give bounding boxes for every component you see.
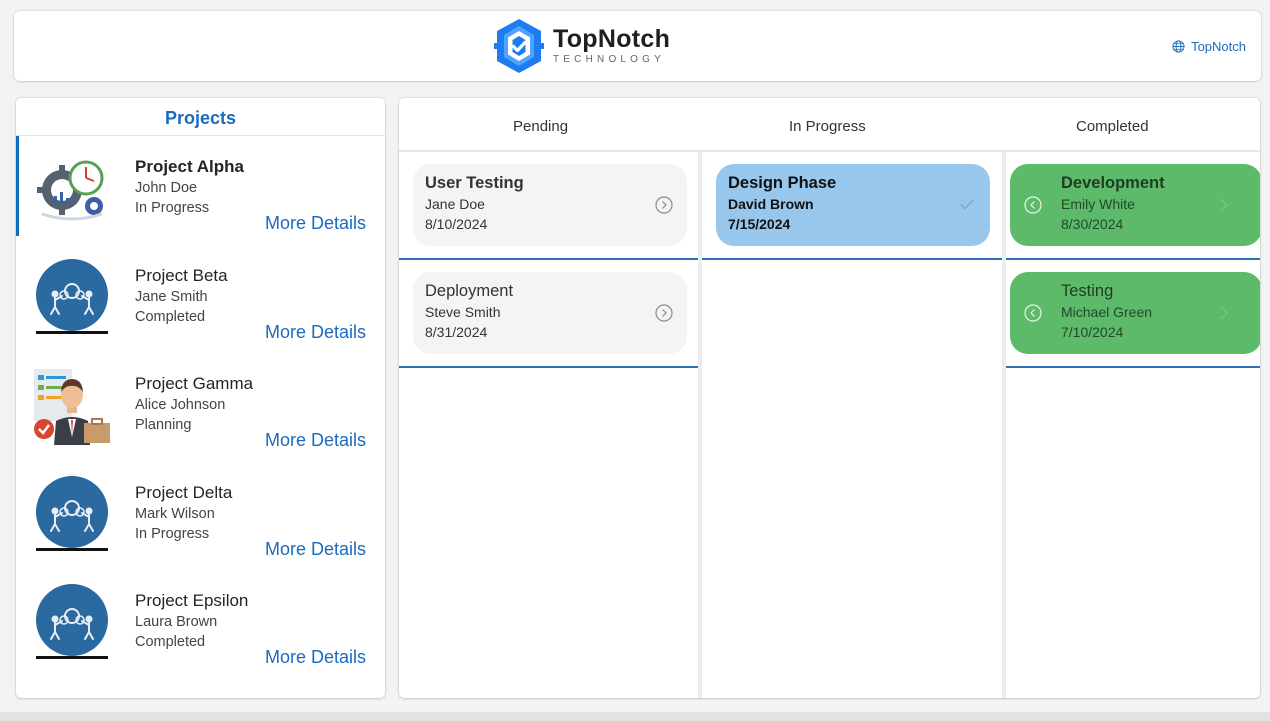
team-gears-icon xyxy=(36,475,108,551)
chevron-right-icon[interactable] xyxy=(1219,196,1229,214)
task-date: 8/31/2024 xyxy=(425,324,488,340)
project-owner: Laura Brown xyxy=(135,614,218,630)
column-in-progress: Design Phase David Brown 7/15/2024 xyxy=(702,152,1002,698)
more-details-link[interactable]: More Details xyxy=(265,213,366,234)
board-column-headers: Pending In Progress Completed xyxy=(399,98,1260,152)
card-slot: Development Emily White 8/30/2024 xyxy=(1006,152,1260,260)
project-item-epsilon[interactable]: Project Epsilon Laura Brown Completed Mo… xyxy=(16,570,385,679)
task-person: David Brown xyxy=(728,196,814,212)
logo-subtitle: TECHNOLOGY xyxy=(553,54,666,65)
team-gears-icon xyxy=(36,258,108,334)
gears-clock-icon xyxy=(37,160,104,221)
column-header-completed: Completed xyxy=(1076,118,1149,135)
task-date: 7/15/2024 xyxy=(728,216,791,232)
task-title: Deployment xyxy=(425,282,514,300)
app-header: TopNotch TECHNOLOGY TopNotch xyxy=(14,11,1261,81)
project-status: In Progress xyxy=(135,200,210,216)
project-name: Project Beta xyxy=(135,265,228,285)
task-date: 8/10/2024 xyxy=(425,216,488,232)
column-completed: Development Emily White 8/30/2024 Testin… xyxy=(1006,152,1260,698)
column-pending: User Testing Jane Doe 8/10/2024 Deployme… xyxy=(399,152,698,698)
project-status: In Progress xyxy=(135,525,210,542)
project-owner: John Doe xyxy=(135,180,198,196)
chevron-right-circle-icon[interactable] xyxy=(655,304,673,322)
task-card-deployment[interactable]: Deployment Steve Smith 8/31/2024 xyxy=(413,272,687,354)
chevron-right-icon[interactable] xyxy=(1219,304,1229,322)
task-card-design-phase[interactable]: Design Phase David Brown 7/15/2024 xyxy=(716,164,990,246)
project-owner: Alice Johnson xyxy=(135,397,226,413)
bottom-strip xyxy=(0,712,1270,721)
project-item-delta[interactable]: Project Delta Mark Wilson In Progress Mo… xyxy=(16,462,385,571)
task-date: 7/10/2024 xyxy=(1061,324,1124,340)
card-slot: User Testing Jane Doe 8/10/2024 xyxy=(399,152,698,260)
project-name: Project Epsilon xyxy=(135,591,249,610)
task-card-development[interactable]: Development Emily White 8/30/2024 xyxy=(1010,164,1260,246)
checkmark-icon[interactable] xyxy=(959,197,975,211)
task-title: Design Phase xyxy=(728,174,837,192)
card-slot: Design Phase David Brown 7/15/2024 xyxy=(702,152,1002,260)
task-card-testing[interactable]: Testing Michael Green 7/10/2024 xyxy=(1010,272,1260,354)
globe-icon xyxy=(1172,40,1185,53)
task-date: 8/30/2024 xyxy=(1061,216,1124,232)
task-person: Jane Doe xyxy=(425,196,485,212)
kanban-board: Pending In Progress Completed User Testi… xyxy=(399,98,1260,698)
project-item-gamma[interactable]: Project Gamma Alice Johnson Planning Mor… xyxy=(16,353,385,462)
chevron-right-circle-icon[interactable] xyxy=(655,196,673,214)
card-slot: Deployment Steve Smith 8/31/2024 xyxy=(399,260,698,368)
project-name: Project Gamma xyxy=(135,374,254,393)
project-status: Completed xyxy=(135,308,206,325)
logo-name: TopNotch xyxy=(553,25,671,53)
more-details-link[interactable]: More Details xyxy=(265,647,366,668)
project-owner: Jane Smith xyxy=(135,288,208,305)
card-slot: Testing Michael Green 7/10/2024 xyxy=(1006,260,1260,368)
column-header-in-progress: In Progress xyxy=(789,118,866,135)
project-name: Project Delta xyxy=(135,482,233,502)
project-owner: Mark Wilson xyxy=(135,505,215,522)
chevron-left-circle-icon[interactable] xyxy=(1024,304,1042,322)
project-status: Planning xyxy=(135,417,192,433)
projects-panel: Projects Project Alpha John Doe In Progr… xyxy=(16,98,385,698)
project-name: Project Alpha xyxy=(135,157,244,176)
column-header-pending: Pending xyxy=(513,118,569,135)
chevron-left-circle-icon[interactable] xyxy=(1024,196,1042,214)
task-card-user-testing[interactable]: User Testing Jane Doe 8/10/2024 xyxy=(413,164,687,246)
hexagon-check-logo-icon xyxy=(494,19,544,73)
topnotch-link-label: TopNotch xyxy=(1191,39,1246,54)
project-status: Completed xyxy=(135,634,206,650)
task-title: Development xyxy=(1061,174,1165,192)
more-details-link[interactable]: More Details xyxy=(265,539,366,560)
project-item-alpha[interactable]: Project Alpha John Doe In Progress More … xyxy=(16,136,385,245)
more-details-link[interactable]: More Details xyxy=(265,322,366,343)
task-title: Testing xyxy=(1061,282,1114,300)
projects-title: Projects xyxy=(16,98,385,136)
logo: TopNotch TECHNOLOGY xyxy=(493,17,670,75)
task-title: User Testing xyxy=(425,174,524,192)
project-item-beta[interactable]: Project Beta Jane Smith Completed More D… xyxy=(16,245,385,354)
more-details-link[interactable]: More Details xyxy=(265,430,366,451)
topnotch-link[interactable]: TopNotch xyxy=(1172,39,1246,54)
task-person: Steve Smith xyxy=(425,304,501,320)
businessman-icon xyxy=(34,369,110,445)
team-gears-icon xyxy=(36,584,108,659)
